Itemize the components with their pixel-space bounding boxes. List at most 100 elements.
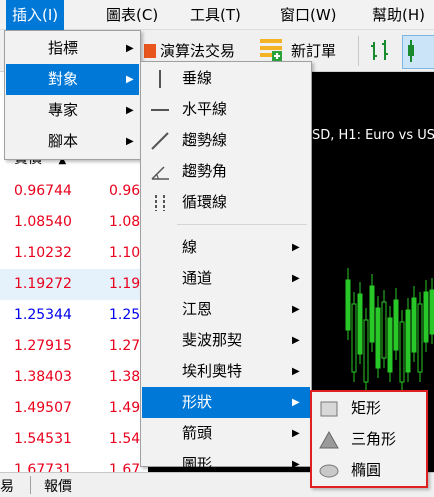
candle-body <box>369 285 375 343</box>
menu-item-label: 循環線 <box>182 193 228 211</box>
menu-item-label: 圖形 <box>182 455 213 473</box>
candle-body <box>363 319 369 383</box>
menu-item-label: 指標 <box>48 39 79 57</box>
shapes-submenu: 矩形 三角形 橢圓 <box>310 390 428 488</box>
bid-cell: 1.38403 <box>14 369 72 385</box>
menu-item-label: 矩形 <box>351 399 382 417</box>
new-order-icon[interactable] <box>258 37 284 63</box>
menu-item-label: 通道 <box>182 269 213 287</box>
bid-cell: 0.96744 <box>14 183 72 199</box>
menu-bar: 插入(I) 圖表(C) 工具(T) 窗口(W) 幫助(H) <box>0 0 434 30</box>
submenu-item[interactable]: 箭頭 ▶ <box>142 418 310 449</box>
submenu-item[interactable]: 斐波那契 ▶ <box>142 325 310 356</box>
submenu-item[interactable]: 圖形 ▶ <box>142 449 310 480</box>
submenu-arrow-icon: ▶ <box>292 428 300 439</box>
submenu-arrow-icon: ▶ <box>292 304 300 315</box>
candle-body <box>345 279 351 331</box>
table-row[interactable]: 1.25344 1.25 <box>0 300 148 331</box>
menu-item-label: 趨勢角 <box>182 162 228 180</box>
bid-cell: 1.49507 <box>14 400 72 416</box>
submenu-arrow-icon: ▶ <box>292 242 300 253</box>
menu-item-horizontal-line[interactable]: 水平線 <box>142 94 310 125</box>
submenu-arrow-icon: ▶ <box>126 74 134 85</box>
submenu-item[interactable]: 通道 ▶ <box>142 263 310 294</box>
table-row[interactable]: 1.08540 1.08 <box>0 207 148 238</box>
submenu-item[interactable]: 形狀 ▶ <box>142 387 310 418</box>
menu-window[interactable]: 窗口(W) <box>274 0 343 30</box>
submenu-arrow-icon: ▶ <box>292 397 300 408</box>
bar-chart-button[interactable] <box>366 35 398 69</box>
candle-body <box>381 301 387 359</box>
submenu-arrow-icon: ▶ <box>292 366 300 377</box>
menu-item-trendline[interactable]: 趨勢線 <box>142 125 310 156</box>
menu-item-objects[interactable]: 對象 ▶ <box>6 64 139 95</box>
candle-body <box>411 297 417 353</box>
ask-cell: 1.49 <box>109 400 141 416</box>
triangle-icon <box>319 430 339 449</box>
menu-item-label: 箭頭 <box>182 424 213 442</box>
menu-item-label: 三角形 <box>351 430 397 448</box>
candle-body <box>387 317 393 373</box>
menu-item-trend-angle[interactable]: 趨勢角 <box>142 156 310 187</box>
menu-item-label: 線 <box>182 238 198 256</box>
menu-item-label: 專家 <box>48 101 79 119</box>
menu-item-cycle-lines[interactable]: 循環線 <box>142 187 310 218</box>
bid-cell: 1.19272 <box>14 276 72 292</box>
table-row[interactable]: 1.10232 1.10 <box>0 238 148 269</box>
candle-body <box>375 307 381 369</box>
bid-cell: 1.54531 <box>14 431 72 447</box>
bid-cell: 1.25344 <box>14 307 72 323</box>
submenu-arrow-icon: ▶ <box>292 273 300 284</box>
menu-item-label: 垂線 <box>182 69 213 87</box>
ask-cell: 1.27 <box>109 338 141 354</box>
candle-body <box>405 309 411 373</box>
tab-quotes[interactable]: 報價 <box>44 476 72 496</box>
tab-trade[interactable]: 易 <box>0 476 14 496</box>
table-row[interactable]: 1.19272 1.19 <box>0 269 148 300</box>
menu-item-triangle[interactable]: 三角形 <box>313 424 425 455</box>
submenu-item[interactable]: 江恩 ▶ <box>142 294 310 325</box>
submenu-item[interactable]: 線 ▶ <box>142 232 310 263</box>
horizontal-line-icon <box>151 109 169 111</box>
vertical-line-icon <box>159 70 161 88</box>
candle-body <box>417 303 423 373</box>
menu-insert[interactable]: 插入(I) <box>6 0 65 30</box>
submenu-arrow-icon: ▶ <box>126 136 134 147</box>
submenu-item[interactable]: 埃利奧特 ▶ <box>142 356 310 387</box>
table-row[interactable]: 0.96744 0.96 <box>0 176 148 207</box>
menu-item-scripts[interactable]: 腳本 ▶ <box>6 126 139 157</box>
table-row[interactable]: 1.27915 1.27 <box>0 331 148 362</box>
menu-item-label: 對象 <box>48 70 79 88</box>
menu-item-ellipse[interactable]: 橢圓 <box>313 455 425 486</box>
menu-item-rectangle[interactable]: 矩形 <box>313 393 425 424</box>
bid-cell: 1.27915 <box>14 338 72 354</box>
new-order-button[interactable]: 新訂單 <box>291 40 336 61</box>
menu-item-vertical-line[interactable]: 垂線 <box>142 63 310 94</box>
algo-trading-button[interactable]: 演算法交易 <box>160 40 235 61</box>
menu-item-label: 埃利奧特 <box>182 362 243 380</box>
menu-charts[interactable]: 圖表(C) <box>100 0 164 30</box>
submenu-arrow-icon: ▶ <box>292 459 300 470</box>
trend-angle-icon <box>151 166 169 180</box>
bar-chart-icon <box>371 40 388 60</box>
tab-divider <box>30 476 31 494</box>
toolbar-separator <box>358 36 359 66</box>
table-row[interactable]: 1.38403 1.38 <box>0 362 148 393</box>
menu-item-label: 腳本 <box>48 132 79 150</box>
menu-item-label: 江恩 <box>182 300 213 318</box>
algo-trading-icon[interactable] <box>142 42 158 60</box>
ask-cell: 1.25 <box>109 307 141 323</box>
ask-cell: 1.19 <box>109 276 141 292</box>
menu-item-experts[interactable]: 專家 ▶ <box>6 95 139 126</box>
candle-body <box>423 291 429 343</box>
candle-body <box>393 299 399 351</box>
table-row[interactable]: 1.54531 1.54 <box>0 424 148 455</box>
menu-tools[interactable]: 工具(T) <box>184 0 247 30</box>
candlestick-button[interactable] <box>402 35 434 69</box>
menu-help[interactable]: 幫助(H) <box>366 0 431 30</box>
table-row[interactable]: 1.49507 1.49 <box>0 393 148 424</box>
menu-item-indicators[interactable]: 指標 ▶ <box>6 33 139 64</box>
rectangle-icon <box>320 401 338 417</box>
candle-body <box>351 303 357 373</box>
ask-cell: 0.96 <box>109 183 141 199</box>
